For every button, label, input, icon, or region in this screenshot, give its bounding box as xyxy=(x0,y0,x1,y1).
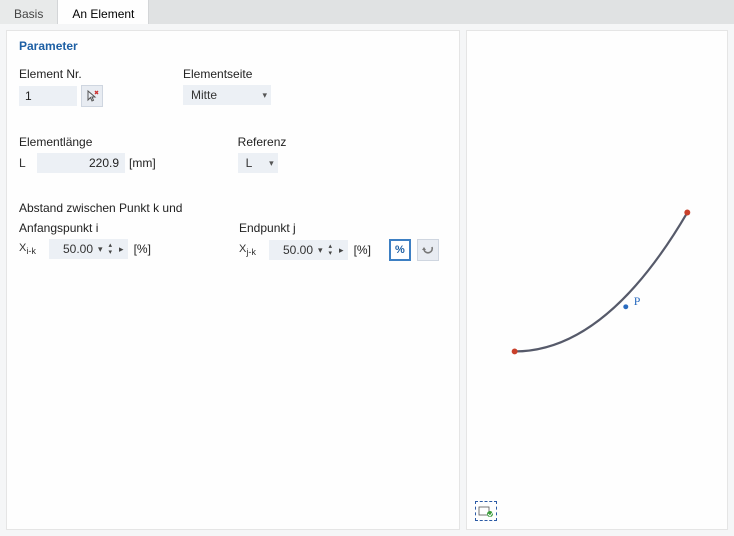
endpoint-j-marker xyxy=(684,210,690,216)
undo-arrow-icon xyxy=(421,244,435,256)
point-p-label: P xyxy=(634,294,641,308)
apply-arrow-icon[interactable]: ▸ xyxy=(335,245,348,256)
length-unit: [mm] xyxy=(129,156,156,170)
end-unit: [%] xyxy=(354,243,371,257)
chevron-down-icon[interactable]: ▾ xyxy=(95,244,106,255)
element-nr-input[interactable] xyxy=(19,86,77,106)
element-side-value: Mitte xyxy=(191,88,217,102)
start-label: Anfangspunkt i xyxy=(19,221,219,235)
stepper-icon[interactable]: ▴▾ xyxy=(326,243,336,257)
start-symbol: Xi-k xyxy=(19,242,43,256)
panel-title: Parameter xyxy=(19,39,447,53)
reference-value: L xyxy=(246,156,253,170)
start-spinner[interactable]: 50.00 ▾ ▴▾ ▸ xyxy=(49,239,128,259)
reset-button[interactable] xyxy=(417,239,439,261)
tab-basis[interactable]: Basis xyxy=(0,0,58,24)
percent-toggle-button[interactable]: % xyxy=(389,239,411,261)
start-value: 50.00 xyxy=(55,242,95,256)
preview-mode-button[interactable] xyxy=(475,501,497,521)
element-length-label: Elementlänge xyxy=(19,135,156,149)
reference-select[interactable]: L ▾ xyxy=(238,153,278,173)
preview-panel: P xyxy=(466,30,728,530)
chevron-down-icon: ▾ xyxy=(269,158,274,169)
preview-mode-icon xyxy=(478,504,494,518)
start-unit: [%] xyxy=(134,242,151,256)
endpoint-i-marker xyxy=(512,348,518,354)
curve-preview: P xyxy=(467,31,727,529)
pick-element-button[interactable] xyxy=(81,85,103,107)
end-label: Endpunkt j xyxy=(239,221,439,235)
element-nr-label: Element Nr. xyxy=(19,67,103,81)
cursor-icon xyxy=(85,89,99,103)
element-side-select[interactable]: Mitte ▾ xyxy=(183,85,271,105)
end-symbol: Xj-k xyxy=(239,243,263,257)
parameter-panel: Parameter Element Nr. Elementseite xyxy=(6,30,460,530)
stepper-icon[interactable]: ▴▾ xyxy=(106,242,116,256)
chevron-down-icon: ▾ xyxy=(262,90,267,101)
length-symbol: L xyxy=(19,156,33,170)
tab-an-element[interactable]: An Element xyxy=(58,0,149,24)
end-spinner[interactable]: 50.00 ▾ ▴▾ ▸ xyxy=(269,240,348,260)
apply-arrow-icon[interactable]: ▸ xyxy=(115,244,128,255)
tabstrip: Basis An Element xyxy=(0,0,734,24)
chevron-down-icon[interactable]: ▾ xyxy=(315,245,326,256)
reference-label: Referenz xyxy=(238,135,287,149)
end-value: 50.00 xyxy=(275,243,315,257)
distance-header: Abstand zwischen Punkt k und xyxy=(19,201,447,215)
element-side-label: Elementseite xyxy=(183,67,271,81)
percent-icon: % xyxy=(395,244,405,256)
point-p-marker xyxy=(623,304,628,309)
element-length-input[interactable] xyxy=(37,153,125,173)
